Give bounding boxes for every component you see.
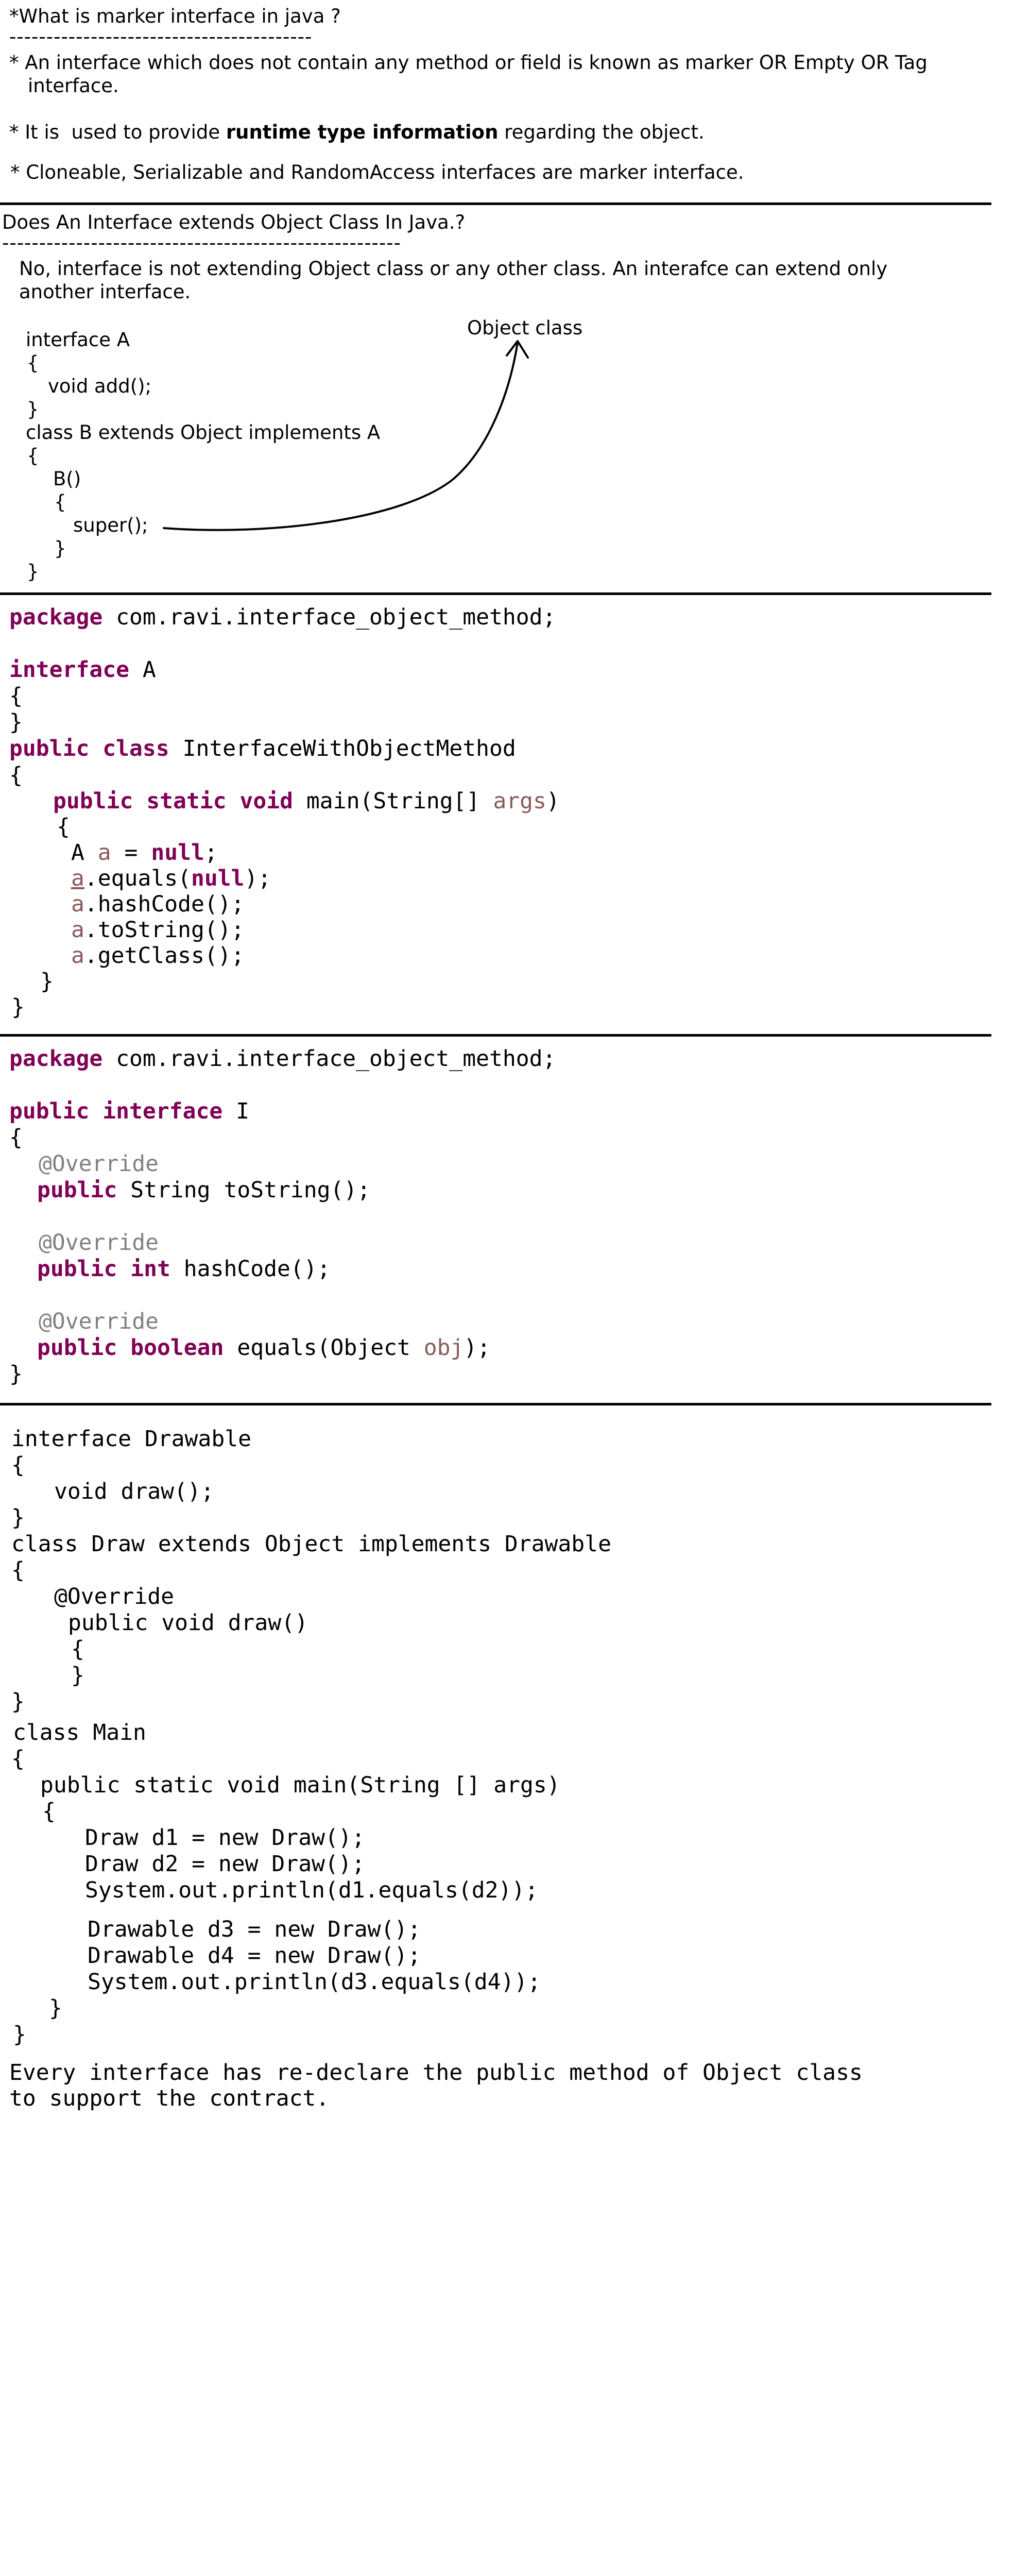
code3-line-11: } (11, 1689, 25, 1715)
code3-footer-line-1: Every interface has re-declare the publi… (9, 2060, 863, 2086)
code1-equals-var: a (71, 866, 84, 891)
code2-interface-kw: interface (102, 1098, 223, 1124)
code3-line-19: Drawable d3 = new Draw(); (88, 1917, 421, 1942)
code3-line-1: interface Drawable (11, 1426, 251, 1452)
code1-main-void: void (239, 788, 294, 814)
divider-3 (0, 1034, 991, 1037)
code3-line-15: { (42, 1799, 56, 1824)
code3-line-14: public static void main(String [] args) (40, 1772, 560, 1798)
code3-line-10: } (71, 1663, 84, 1688)
code2-hash-line: public int hashCode(); (37, 1256, 331, 1282)
code2-override-3: @Override (39, 1309, 159, 1334)
code1-iface-close: } (9, 709, 23, 735)
code1-getclass-call: .getClass(); (84, 943, 245, 969)
code2-hash-sig: hashCode(); (170, 1256, 331, 1282)
code1-interface-line: interface A (9, 657, 156, 683)
code1-hash-var: a (71, 891, 84, 917)
code1-tostring-call: .toString(); (84, 917, 245, 943)
code3-line-2: { (11, 1452, 25, 1478)
code2-equals-sig: equals(Object (224, 1335, 424, 1361)
code1-class-kw: class (102, 736, 169, 761)
code1-equals-null: null (191, 866, 245, 891)
code3-line-17: Draw d2 = new Draw(); (85, 1851, 365, 1877)
code3-line-8: public void draw() (68, 1610, 308, 1636)
code2-public-kw: public (9, 1098, 90, 1124)
code2-package-name: com.ravi.interface_object_method; (102, 1046, 556, 1072)
code1-main-open: { (57, 814, 70, 840)
code3-line-9: { (71, 1636, 84, 1662)
code1-class-close: } (11, 994, 25, 1020)
code3-line-3: void draw(); (54, 1479, 214, 1504)
code1-decl-var: a (97, 840, 111, 866)
code1-hash-line: a.hashCode(); (71, 891, 245, 917)
code1-equals-line: a.equals(null); (71, 866, 271, 891)
code1-public-kw: public (9, 736, 90, 761)
code3-line-18: System.out.println(d1.equals(d2)); (85, 1877, 539, 1903)
code2-tostring-public: public (37, 1177, 117, 1203)
code3-line-22: } (49, 1995, 62, 2021)
code3-line-12: class Main (13, 1720, 146, 1745)
code2-package-line: package com.ravi.interface_object_method… (9, 1046, 556, 1072)
code1-main-public: public (53, 788, 133, 814)
code1-getclass-line: a.getClass(); (71, 943, 245, 969)
code3-line-16: Draw d1 = new Draw(); (85, 1825, 365, 1851)
code2-equals-end: ); (464, 1335, 491, 1361)
code1-iface-open: { (9, 683, 23, 709)
code1-main-args: args (493, 788, 546, 814)
code1-tostring-var: a (71, 917, 84, 943)
code3-line-7: @Override (54, 1584, 174, 1609)
code1-equals-end: ); (244, 866, 271, 891)
code2-equals-obj: obj (423, 1335, 464, 1361)
code2-hash-int: int (130, 1256, 170, 1282)
code1-main-line: public static void main(String[] args) (53, 788, 560, 814)
code2-tostring-line: public String toString(); (37, 1177, 370, 1203)
code1-decl-eq: = (111, 840, 151, 866)
code2-equals-public: public (37, 1335, 117, 1361)
code2-interface-name: I (222, 1098, 250, 1124)
code1-class-open: { (9, 762, 23, 788)
code2-open: { (9, 1125, 23, 1150)
code3-line-21: System.out.println(d3.equals(d4)); (88, 1969, 541, 1995)
code2-close: } (9, 1361, 23, 1387)
code1-main-sig: main(String[] (293, 788, 493, 814)
divider-2 (0, 592, 991, 595)
code1-main-close-brace: } (40, 969, 54, 994)
code1-decl-semi: ; (204, 840, 218, 866)
code2-tostring-sig: String toString(); (117, 1177, 371, 1203)
code2-override-2: @Override (39, 1230, 159, 1256)
code1-tostring-line: a.toString(); (71, 917, 245, 943)
code3-footer-line-2: to support the contract. (9, 2086, 330, 2111)
code1-interface-kw: interface (9, 657, 129, 683)
code1-decl-line: A a = null; (71, 840, 218, 866)
code2-override-1: @Override (39, 1151, 159, 1177)
code1-interface-name: A (129, 657, 156, 683)
code1-class-line: public class InterfaceWithObjectMethod (9, 736, 516, 761)
code3-line-23: } (13, 2022, 26, 2047)
divider-4 (0, 1403, 991, 1405)
code1-decl-type: A (71, 840, 98, 866)
code1-equals-call: .equals( (84, 866, 191, 891)
code3-line-4: } (11, 1505, 25, 1531)
code1-package-name: com.ravi.interface_object_method; (102, 604, 556, 630)
code3-line-13: { (11, 1746, 25, 1772)
code1-package-line: package com.ravi.interface_object_method… (9, 604, 556, 630)
code1-class-name: InterfaceWithObjectMethod (169, 736, 516, 761)
code1-main-static: static (146, 788, 227, 814)
code1-package-kw: package (9, 604, 103, 630)
code1-hash-call: .hashCode(); (84, 891, 245, 917)
code3-line-5: class Draw extends Object implements Dra… (11, 1531, 611, 1557)
code2-interface-line: public interface I (9, 1098, 249, 1124)
code2-equals-line: public boolean equals(Object obj); (37, 1335, 490, 1361)
code1-getclass-var: a (71, 943, 84, 969)
code3-line-6: { (11, 1557, 25, 1583)
super-to-object-arrow (163, 340, 529, 531)
code2-equals-boolean: boolean (130, 1335, 224, 1361)
code2-package-kw: package (9, 1046, 103, 1072)
code1-decl-null: null (151, 840, 204, 866)
code1-main-close: ) (546, 788, 560, 814)
code2-hash-public: public (37, 1256, 117, 1282)
code3-line-20: Drawable d4 = new Draw(); (88, 1943, 421, 1969)
